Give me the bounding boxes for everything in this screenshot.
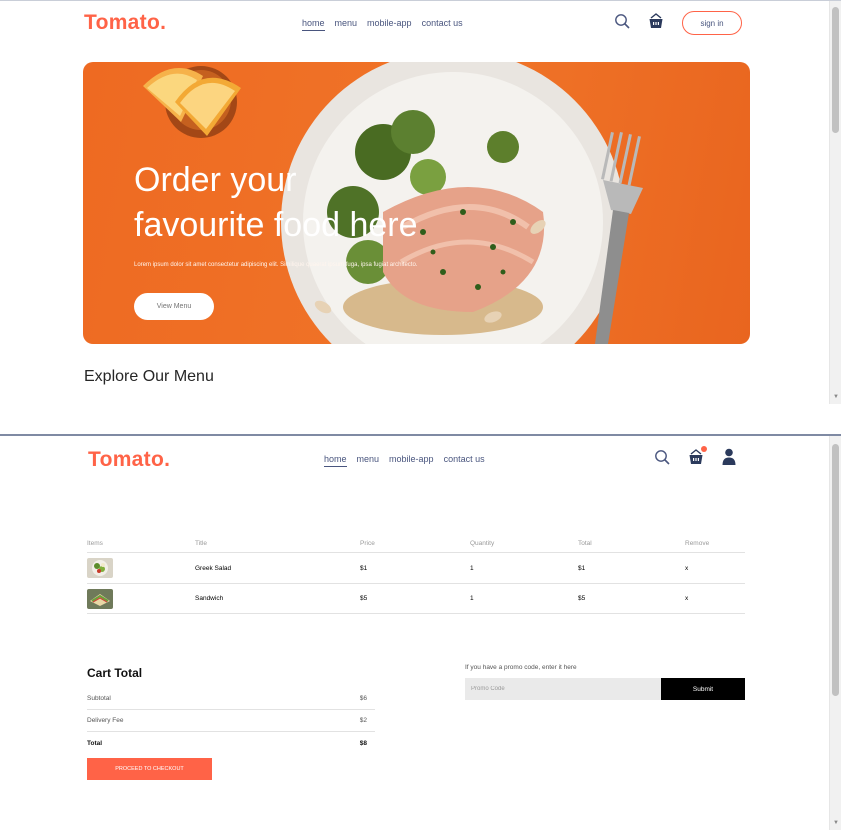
sandwich-image (87, 588, 113, 609)
nav-item-contact-us[interactable]: contact us (422, 18, 463, 31)
column-header-remove: Remove (685, 539, 710, 547)
item-price: $5 (360, 595, 368, 602)
scroll-down-icon[interactable]: ▼ (833, 820, 839, 826)
hero-title-line2: favourite food here (134, 206, 418, 244)
remove-item-button[interactable]: x (685, 565, 745, 572)
hero-banner: Order your favourite food here Lorem ips… (83, 62, 750, 344)
item-total: $5 (578, 595, 586, 602)
column-header-price: Price (360, 539, 375, 547)
page-scrollbar[interactable]: ▼ (829, 436, 841, 830)
delivery-fee-value: $2 (359, 717, 367, 724)
cart-items-table: Items Title Price Quantity Total Remove … (87, 534, 745, 614)
remove-item-button[interactable]: x (685, 595, 745, 602)
nav-item-home[interactable]: home (302, 18, 325, 31)
hero-title: Order your favourite food here (134, 158, 534, 248)
item-total: $1 (578, 564, 586, 572)
proceed-to-checkout-button[interactable]: PROCEED TO CHECKOUT (87, 758, 212, 780)
column-header-items: Items (87, 539, 103, 547)
logo[interactable]: Tomato. (84, 11, 166, 35)
greek-salad-image (87, 558, 113, 578)
promo-submit-button[interactable]: Submit (661, 678, 745, 700)
total-row: Total $8 (87, 732, 375, 754)
promo-prompt: If you have a promo code, enter it here (465, 664, 577, 671)
total-label: Total (87, 739, 103, 747)
search-icon[interactable] (654, 449, 670, 470)
home-page-screenshot: Tomato. home menu mobile-app contact us … (0, 0, 841, 404)
cart-table-header: Items Title Price Quantity Total Remove (87, 534, 745, 552)
scrollbar-thumb[interactable] (832, 444, 839, 696)
page-scrollbar[interactable]: ▼ (829, 1, 841, 404)
table-row: Sandwich $5 1 $5 x (87, 583, 745, 614)
nav-right (654, 446, 736, 471)
cart-total-heading: Cart Total (87, 666, 143, 680)
explore-menu-heading: Explore Our Menu (84, 368, 214, 385)
delivery-fee-row: Delivery Fee $2 (87, 710, 375, 732)
column-header-quantity: Quantity (470, 539, 495, 547)
item-quantity: 1 (470, 564, 474, 572)
navbar: Tomato. home menu mobile-app contact us … (0, 1, 829, 47)
cart-notification-dot (701, 446, 707, 452)
promo-code-section: If you have a promo code, enter it here … (465, 664, 745, 700)
nav-item-contact-us[interactable]: contact us (444, 454, 485, 467)
logo[interactable]: Tomato. (88, 448, 170, 472)
scrollbar-thumb[interactable] (832, 7, 839, 133)
promo-code-input[interactable] (465, 678, 661, 700)
hero-description: Lorem ipsum dolor sit amet consectetur a… (134, 262, 418, 268)
navbar: Tomato. home menu mobile-app contact us (0, 436, 829, 482)
search-icon[interactable] (614, 13, 630, 34)
cart-totals: Cart Total Subtotal $6 Delivery Fee $2 T… (87, 666, 375, 780)
item-price: $1 (360, 564, 368, 572)
basket-icon[interactable] (648, 12, 664, 34)
scroll-down-icon[interactable]: ▼ (833, 394, 839, 400)
nav-menu: home menu mobile-app contact us (302, 18, 463, 31)
nav-item-mobile-app[interactable]: mobile-app (389, 454, 434, 467)
sign-in-button[interactable]: sign in (682, 11, 742, 35)
item-title: Sandwich (195, 595, 224, 602)
nav-item-menu[interactable]: menu (335, 18, 358, 31)
subtotal-label: Subtotal (87, 695, 111, 702)
basket-icon[interactable] (688, 446, 707, 470)
table-row: Greek Salad $1 1 $1 x (87, 552, 745, 583)
nav-right: sign in (614, 11, 742, 35)
cart-page-screenshot: Tomato. home menu mobile-app contact us … (0, 434, 841, 830)
nav-item-menu[interactable]: menu (357, 454, 380, 467)
item-title: Greek Salad (195, 564, 232, 572)
nav-menu: home menu mobile-app contact us (324, 454, 485, 467)
subtotal-row: Subtotal $6 (87, 688, 375, 710)
delivery-fee-label: Delivery Fee (87, 717, 124, 724)
nav-item-mobile-app[interactable]: mobile-app (367, 18, 412, 31)
screenshot-separator (0, 404, 841, 434)
hero-title-line1: Order your (134, 161, 297, 199)
promo-code-box: Submit (465, 678, 745, 700)
view-menu-button[interactable]: View Menu (134, 293, 214, 320)
nav-item-home[interactable]: home (324, 454, 347, 467)
total-value: $8 (359, 739, 367, 747)
user-icon[interactable] (722, 448, 736, 471)
item-quantity: 1 (470, 595, 474, 602)
column-header-title: Title (195, 539, 208, 547)
subtotal-value: $6 (359, 695, 367, 702)
column-header-total: Total (578, 539, 592, 547)
